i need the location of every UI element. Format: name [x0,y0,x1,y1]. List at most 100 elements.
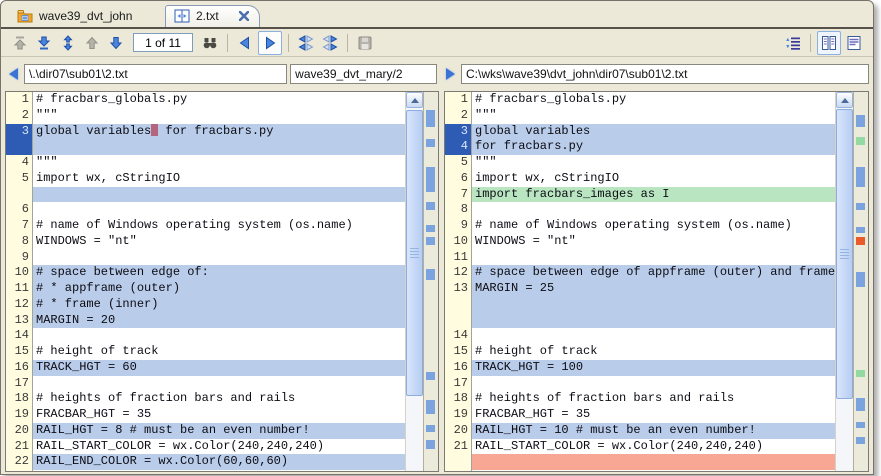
code-line[interactable]: RAIL_START_COLOR = wx.Color(240,240,240) [33,439,405,455]
copy-all-to-left-button[interactable] [295,32,317,54]
code-line[interactable]: WINDOWS = "nt" [472,234,835,250]
code-line[interactable]: import wx, cStringIO [472,171,835,187]
line-number: 20 [6,423,32,439]
side-by-side-view-button[interactable] [817,31,841,55]
scrollbar-thumb[interactable] [836,109,853,399]
left-vertical-scrollbar[interactable] [405,92,423,471]
current-difference-button[interactable] [57,32,79,54]
code-line[interactable] [33,187,405,203]
code-line[interactable]: # height of track [33,344,405,360]
scroll-up-button[interactable] [406,92,423,108]
code-line[interactable]: """ [472,155,835,171]
code-line[interactable]: # name of Windows operating system (os.n… [472,218,835,234]
line-number: 19 [6,407,32,423]
line-number: 13 [445,281,471,297]
next-difference-button[interactable] [105,32,127,54]
code-line[interactable]: RAIL_HGT = 8 # must be an even number! [33,423,405,439]
code-line[interactable]: # * appframe (outer) [33,281,405,297]
code-line[interactable]: TRACK_HGT = 100 [472,360,835,376]
code-line[interactable]: # * frame (inner) [33,297,405,313]
code-line[interactable] [472,202,835,218]
right-vertical-scrollbar[interactable] [835,92,853,471]
line-numbers-toggle-button[interactable] [782,32,804,54]
code-line[interactable] [472,454,835,470]
code-line[interactable] [472,313,835,329]
unified-view-button[interactable] [843,32,865,54]
diff-map-marker-changed [426,139,435,147]
code-line[interactable]: # fracbars_globals.py [472,92,835,108]
code-line[interactable]: # height of track [472,344,835,360]
copy-to-left-button[interactable] [234,32,256,54]
previous-difference-button[interactable] [81,32,103,54]
left-diff-map[interactable] [423,92,438,471]
first-difference-button[interactable] [9,32,31,54]
code-line[interactable]: # fracbars_globals.py [33,92,405,108]
code-line[interactable] [33,328,405,344]
code-line[interactable]: import wx, cStringIO [33,171,405,187]
line-number: 14 [6,328,32,344]
code-line[interactable]: """ [33,108,405,124]
tab-session-folder[interactable]: wave39_dvt_john [9,6,159,27]
copy-to-right-button[interactable] [258,31,282,55]
code-line[interactable]: # heights of fraction bars and rails [472,391,835,407]
tab-file-diff[interactable]: 2.txt [165,5,260,27]
code-line[interactable]: RAIL_START_COLOR = wx.Color(240,240,240) [472,439,835,455]
left-session-input[interactable] [290,64,437,84]
code-line[interactable]: TRACK_HGT = 60 [33,360,405,376]
code-line[interactable]: MARGIN = 25 [472,281,835,297]
right-code-area[interactable]: # fracbars_globals.py"""global variables… [472,92,835,471]
code-line[interactable]: FRACBAR_HGT = 35 [33,407,405,423]
code-line[interactable] [472,250,835,266]
code-line[interactable]: for fracbars.py [472,139,835,155]
left-path-input[interactable] [24,64,287,84]
code-line[interactable]: import fracbars_images as I [472,187,835,203]
close-icon[interactable] [239,11,249,21]
arrow-up-icon [84,35,100,51]
arrow-up-icon [411,98,419,103]
code-line[interactable]: global variables for fracbars.py [33,124,405,140]
find-button[interactable] [199,32,221,54]
code-line[interactable]: # name of Windows operating system (os.n… [33,218,405,234]
folder-icon [17,9,33,23]
code-line[interactable]: """ [33,155,405,171]
triangle-right-icon [262,35,278,51]
scroll-up-button[interactable] [836,92,853,108]
code-line[interactable]: MARGIN = 20 [33,313,405,329]
code-line[interactable]: RAIL_HGT = 10 # must be an even number! [472,423,835,439]
right-diff-map[interactable] [853,92,868,471]
last-difference-button[interactable] [33,32,55,54]
right-pane-nav-button[interactable] [442,66,458,82]
line-number: 4 [445,139,471,155]
code-line[interactable] [472,328,835,344]
diff-map-marker-changed [426,425,435,432]
double-triangles-left-icon [298,35,314,51]
double-triangles-right-icon [322,35,338,51]
line-number: 19 [445,407,471,423]
code-line[interactable] [472,376,835,392]
code-line[interactable] [33,250,405,266]
code-line[interactable] [33,376,405,392]
difference-position-indicator[interactable]: 1 of 11 [133,33,193,52]
copy-all-to-right-button[interactable] [319,32,341,54]
code-line[interactable] [472,297,835,313]
code-line[interactable]: # heights of fraction bars and rails [33,391,405,407]
code-line[interactable]: FRACBAR_HGT = 35 [472,407,835,423]
diff-map-marker-changed [426,440,435,449]
scrollbar-thumb[interactable] [406,110,423,396]
code-line[interactable] [33,139,405,155]
code-line[interactable]: global variables [472,124,835,140]
diff-map-marker-changed [856,437,865,444]
code-line[interactable]: WINDOWS = "nt" [33,234,405,250]
left-pane-nav-button[interactable] [5,66,21,82]
code-line[interactable] [33,202,405,218]
right-path-input[interactable] [461,64,869,84]
code-line[interactable]: # space between edge of appframe (outer)… [472,265,835,281]
diff-map-marker-added [856,137,865,145]
code-line[interactable]: # space between edge of: [33,265,405,281]
left-code-area[interactable]: # fracbars_globals.py"""global variables… [33,92,405,471]
left-line-number-gutter: 12345678910111213141516171819202122 [6,92,33,471]
line-number: 17 [445,376,471,392]
save-button[interactable] [354,32,376,54]
code-line[interactable]: RAIL_END_COLOR = wx.Color(60,60,60) [33,454,405,470]
code-line[interactable]: """ [472,108,835,124]
